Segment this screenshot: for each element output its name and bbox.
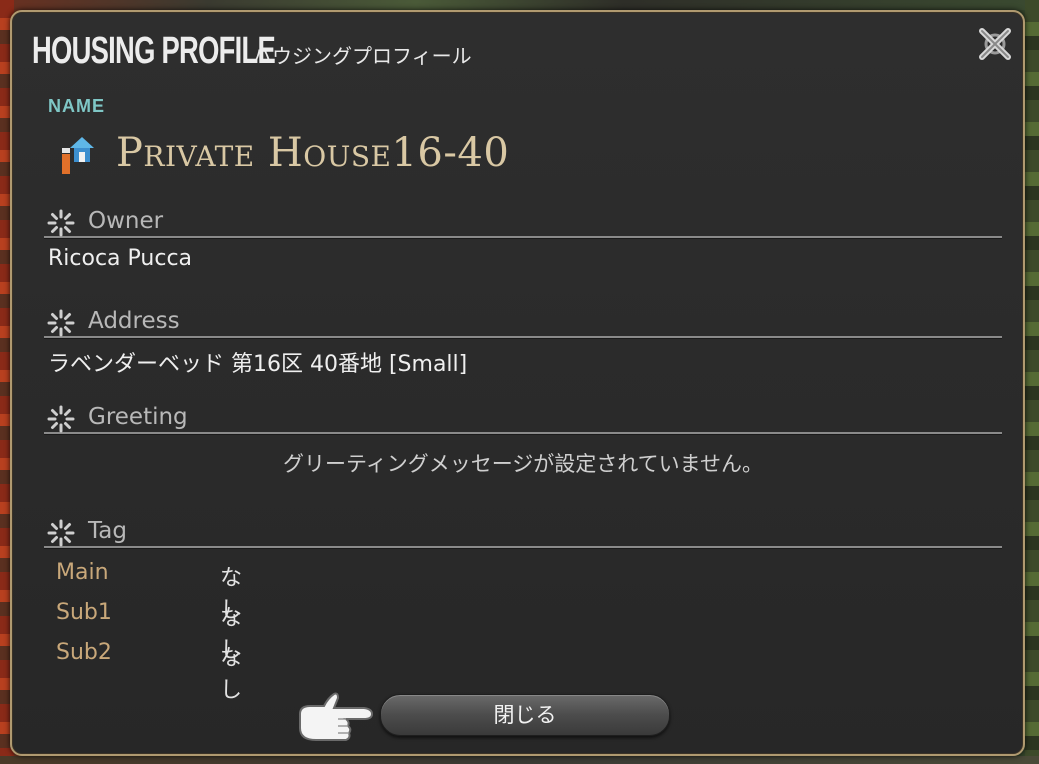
tag-key: Sub2: [56, 640, 112, 665]
owner-value: Ricoca Pucca: [48, 246, 193, 271]
background-bottom: [0, 756, 1039, 764]
window-title-english: HOUSING PROFILE: [32, 30, 276, 72]
spinner-icon: [47, 209, 75, 237]
tag-label: Tag: [88, 518, 127, 544]
tag-section-header: Tag: [44, 512, 1002, 548]
greeting-section-header: Greeting: [44, 398, 1002, 434]
greeting-label: Greeting: [88, 404, 188, 430]
pointing-hand-icon: [294, 688, 374, 750]
address-label: Address: [88, 308, 180, 334]
tag-key: Main: [56, 560, 109, 585]
house-icon: [60, 134, 96, 178]
address-value: ラベンダーベッド 第16区 40番地 [Small]: [48, 352, 468, 377]
background-top: [0, 0, 1039, 10]
window-title-japanese: ハウジングプロフィール: [252, 44, 472, 68]
background-right-foliage: [1025, 0, 1039, 764]
spinner-icon: [47, 519, 75, 547]
window-title: HOUSING PROFILE ハウジングプロフィール: [32, 30, 472, 73]
greeting-message: グリーティングメッセージが設定されていません。: [282, 452, 764, 476]
owner-label: Owner: [88, 208, 164, 234]
close-x-icon[interactable]: [975, 24, 1015, 64]
tag-value: なし: [220, 646, 243, 703]
spinner-icon: [47, 309, 75, 337]
owner-section-header: Owner: [44, 202, 1002, 238]
housing-profile-window: HOUSING PROFILE ハウジングプロフィール NAME Private…: [10, 10, 1025, 756]
spinner-icon: [47, 405, 75, 433]
close-button[interactable]: 閉じる: [380, 694, 670, 736]
house-name: Private House16-40: [116, 130, 510, 176]
name-label: NAME: [48, 96, 105, 116]
address-section-header: Address: [44, 302, 1002, 338]
tag-key: Sub1: [56, 600, 112, 625]
